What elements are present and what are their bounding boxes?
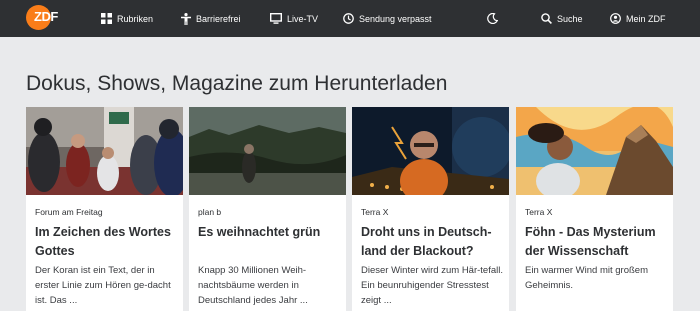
clock-icon xyxy=(343,13,354,24)
teaser-card[interactable]: Terra X Föhn - Das Mysterium der Wissens… xyxy=(516,107,673,311)
user-icon xyxy=(610,13,621,24)
teaser-image[interactable] xyxy=(189,107,346,195)
card-title[interactable]: Föhn - Das Mysterium der Wissenschaft xyxy=(525,223,670,261)
nav-suche[interactable]: Suche xyxy=(541,0,583,37)
search-icon xyxy=(541,13,552,24)
nav-mein-zdf[interactable]: Mein ZDF xyxy=(610,0,666,37)
teaser-card[interactable]: plan b Es weihnachtet grün Knapp 30 Mill… xyxy=(189,107,346,311)
card-teaser: Dieser Winter wird zum Här-tefall. Ein b… xyxy=(361,265,503,306)
nav-mein-zdf-label: Mein ZDF xyxy=(626,13,666,24)
nav-suche-label: Suche xyxy=(557,13,583,24)
zdf-logo-text: ZDF xyxy=(34,9,58,24)
teaser-image[interactable] xyxy=(516,107,673,195)
moon-icon xyxy=(487,13,498,24)
teaser-image[interactable] xyxy=(352,107,509,195)
nav-rubriken[interactable]: Rubriken xyxy=(101,0,153,37)
theme-toggle-button[interactable] xyxy=(487,0,503,37)
card-title[interactable]: Im Zeichen des Wortes Gottes xyxy=(35,223,180,261)
nav-barrierefrei[interactable]: Barrierefrei xyxy=(181,0,241,37)
card-title[interactable]: Es weihnachtet grün xyxy=(198,223,343,242)
grid-icon xyxy=(101,13,112,24)
teaser-card[interactable]: Terra X Droht uns in Deutsch-land der Bl… xyxy=(352,107,509,311)
section-title: Dokus, Shows, Magazine zum Herunterladen xyxy=(26,72,448,95)
teaser-image[interactable] xyxy=(26,107,183,195)
top-navigation-bar: ZDF Rubriken Barrierefrei Live-TV Sendun… xyxy=(0,0,700,37)
nav-sendung-verpasst-label: Sendung verpasst xyxy=(359,13,432,24)
tv-icon xyxy=(270,13,282,24)
nav-live-tv[interactable]: Live-TV xyxy=(270,0,318,37)
accessibility-icon xyxy=(181,12,191,25)
card-kicker: Terra X xyxy=(361,207,389,217)
nav-rubriken-label: Rubriken xyxy=(117,13,154,24)
card-kicker: Forum am Freitag xyxy=(35,207,103,217)
card-kicker: Terra X xyxy=(525,207,553,217)
card-title[interactable]: Droht uns in Deutsch-land der Blackout? xyxy=(361,223,506,261)
nav-barrierefrei-label: Barrierefrei xyxy=(196,13,241,24)
card-kicker: plan b xyxy=(198,207,222,217)
card-teaser: Ein warmer Wind mit großem Geheimnis. xyxy=(525,265,648,291)
nav-live-tv-label: Live-TV xyxy=(287,13,319,24)
card-teaser: Knapp 30 Millionen Weih-nachtsbäume werd… xyxy=(198,265,308,306)
nav-sendung-verpasst[interactable]: Sendung verpasst xyxy=(343,0,432,37)
teaser-card[interactable]: Forum am Freitag Im Zeichen des Wortes G… xyxy=(26,107,183,311)
card-teaser: Der Koran ist ein Text, der in erster Li… xyxy=(35,265,171,306)
